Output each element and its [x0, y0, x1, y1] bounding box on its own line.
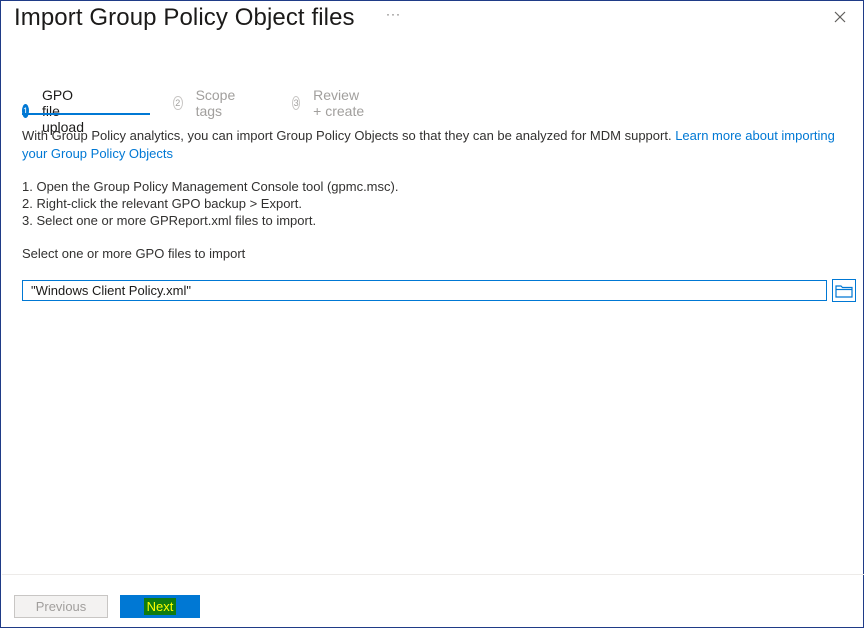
tab-review-create[interactable]: 3 Review + create	[292, 87, 365, 119]
step-label: Review + create	[313, 87, 365, 119]
dialog-frame: Import Group Policy Object files ··· 1 G…	[0, 0, 864, 628]
instruction-step: 3. Select one or more GPReport.xml files…	[22, 213, 317, 228]
step-number: 1	[22, 104, 29, 118]
intro-description: With Group Policy analytics, you can imp…	[22, 128, 676, 143]
active-step-indicator	[22, 113, 150, 115]
instruction-step: 1. Open the Group Policy Management Cons…	[22, 179, 399, 194]
previous-button[interactable]: Previous	[14, 595, 108, 618]
intro-text: With Group Policy analytics, you can imp…	[22, 127, 854, 163]
step-number: 3	[292, 96, 301, 110]
step-label: Scope tags	[195, 87, 236, 119]
browse-button[interactable]	[832, 279, 856, 302]
file-path-input[interactable]	[22, 280, 827, 301]
folder-icon	[835, 284, 853, 298]
tab-scope-tags[interactable]: 2 Scope tags	[173, 87, 240, 119]
next-button[interactable]: Next	[120, 595, 200, 618]
instructions-list: 1. Open the Group Policy Management Cons…	[22, 178, 398, 229]
next-button-label: Next	[143, 598, 177, 615]
instruction-step: 2. Right-click the relevant GPO backup >…	[22, 196, 302, 211]
close-icon[interactable]	[830, 7, 850, 27]
previous-button-label: Previous	[35, 599, 87, 614]
page-title: Import Group Policy Object files	[14, 4, 355, 31]
file-select-label: Select one or more GPO files to import	[22, 246, 246, 261]
more-options-icon[interactable]: ···	[386, 7, 401, 21]
footer-divider	[2, 574, 864, 575]
step-number: 2	[173, 96, 183, 110]
